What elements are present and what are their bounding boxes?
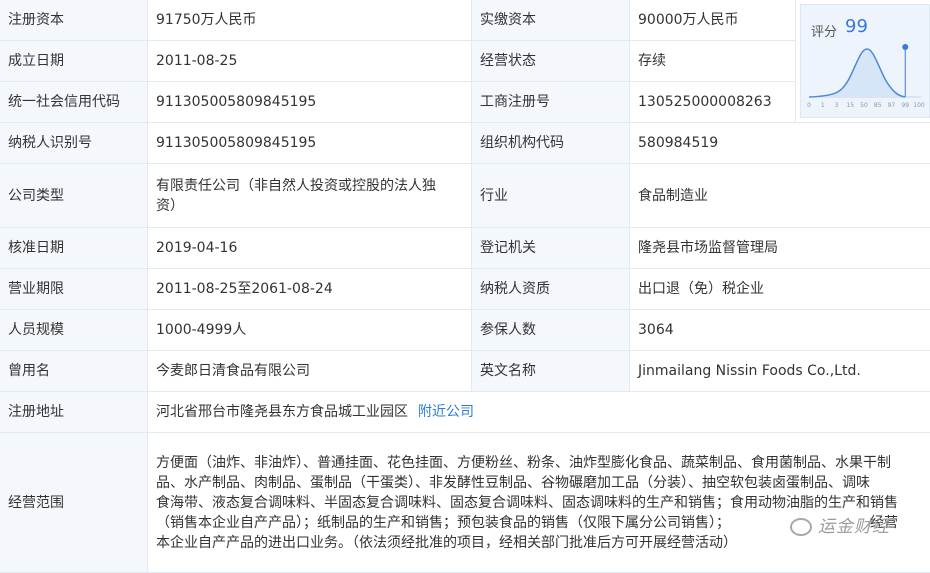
status-value: 存续	[630, 41, 796, 82]
score-tick-label: 0	[807, 102, 811, 109]
reg-address-value: 河北省邢台市隆尧县东方食品城工业园区	[156, 404, 408, 420]
row-names: 曾用名 今麦郎日清食品有限公司 英文名称 Jinmailang Nissin F…	[0, 351, 930, 392]
score-tick-label: 99	[901, 102, 909, 109]
score-tick-label: 97	[888, 102, 896, 109]
score-widget[interactable]: 评分 99 0131550859799100	[800, 4, 930, 118]
english-name-label: 英文名称	[472, 351, 630, 392]
status-label: 经营状态	[472, 41, 630, 82]
approval-date-value: 2019-04-16	[148, 228, 472, 269]
reg-address-cell: 河北省邢台市隆尧县东方食品城工业园区附近公司	[148, 392, 930, 433]
row-type: 公司类型 有限责任公司（非自然人投资或控股的法人独 资） 行业 食品制造业	[0, 164, 930, 228]
biz-scope-line: 品、水产制品、肉制品、蛋制品（干蛋类）、非发酵性豆制品、谷物碾磨加工品（分装）、…	[156, 473, 930, 493]
reg-address-label: 注册地址	[0, 392, 148, 433]
score-tick-label: 100	[913, 102, 925, 109]
taxpayer-quali-value: 出口退（免）税企业	[630, 269, 930, 310]
biz-term-value: 2011-08-25至2061-08-24	[148, 269, 472, 310]
score-tick-label: 1	[821, 102, 825, 109]
taxpayer-id-label: 纳税人识别号	[0, 123, 148, 164]
reg-capital-label: 注册资本	[0, 0, 148, 41]
industry-value: 食品制造业	[630, 164, 930, 228]
nearby-companies-link[interactable]: 附近公司	[418, 404, 474, 420]
score-tick-label: 50	[860, 102, 868, 109]
row-approval: 核准日期 2019-04-16 登记机关 隆尧县市场监督管理局	[0, 228, 930, 269]
wechat-logo-icon	[790, 518, 812, 536]
staff-size-label: 人员规模	[0, 310, 148, 351]
score-marker-dot	[902, 44, 908, 50]
english-name-value: Jinmailang Nissin Foods Co.,Ltd.	[630, 351, 930, 392]
biz-scope-line: 方便面（油炸、非油炸）、普通挂面、花色挂面、方便粉丝、粉条、油炸型膨化食品、蔬菜…	[156, 453, 930, 473]
row-tax: 纳税人识别号 911305005809845195 组织机构代码 5809845…	[0, 123, 930, 164]
row-codes: 统一社会信用代码 911305005809845195 工商注册号 130525…	[0, 82, 930, 123]
founded-value: 2011-08-25	[148, 41, 472, 82]
staff-size-value: 1000-4999人	[148, 310, 472, 351]
company-info-panel: 注册资本 91750万人民币 实缴资本 90000万人民币 评分 99 0131…	[0, 0, 930, 564]
insured-value: 3064	[630, 310, 930, 351]
company-info-table: 注册资本 91750万人民币 实缴资本 90000万人民币 评分 99 0131…	[0, 0, 930, 573]
watermark-text: 运金财经	[818, 517, 890, 537]
reg-capital-value: 91750万人民币	[148, 0, 472, 41]
founded-label: 成立日期	[0, 41, 148, 82]
row-staff: 人员规模 1000-4999人 参保人数 3064	[0, 310, 930, 351]
score-value: 99	[845, 17, 868, 37]
row-term: 营业期限 2011-08-25至2061-08-24 纳税人资质 出口退（免）税…	[0, 269, 930, 310]
taxpayer-id-value: 911305005809845195	[148, 123, 472, 164]
company-type-label: 公司类型	[0, 164, 148, 228]
row-scope: 经营范围 方便面（油炸、非油炸）、普通挂面、花色挂面、方便粉丝、粉条、油炸型膨化…	[0, 433, 930, 573]
biz-reg-no-label: 工商注册号	[472, 82, 630, 123]
distribution-area	[809, 49, 905, 97]
org-code-label: 组织机构代码	[472, 123, 630, 164]
watermark: 运金财经	[790, 512, 890, 537]
biz-scope-label: 经营范围	[0, 433, 148, 573]
row-address: 注册地址 河北省邢台市隆尧县东方食品城工业园区附近公司	[0, 392, 930, 433]
reg-authority-label: 登记机关	[472, 228, 630, 269]
biz-scope-value: 方便面（油炸、非油炸）、普通挂面、花色挂面、方便粉丝、粉条、油炸型膨化食品、蔬菜…	[148, 433, 930, 573]
score-distribution-chart: 0 1 3 15 50 85 97 99 100	[805, 39, 925, 111]
score-tick-label: 85	[874, 102, 882, 109]
credit-code-label: 统一社会信用代码	[0, 82, 148, 123]
company-type-line2: 资）	[156, 196, 463, 216]
credit-code-value: 911305005809845195	[148, 82, 472, 123]
score-tick-labels: 0 1 3 15 50 85 97 99 100	[807, 102, 925, 109]
org-code-value: 580984519	[630, 123, 930, 164]
former-name-label: 曾用名	[0, 351, 148, 392]
company-type-line1: 有限责任公司（非自然人投资或控股的法人独	[156, 176, 463, 196]
taxpayer-quali-label: 纳税人资质	[472, 269, 630, 310]
score-tick-label: 3	[835, 102, 839, 109]
approval-date-label: 核准日期	[0, 228, 148, 269]
industry-label: 行业	[472, 164, 630, 228]
company-type-value: 有限责任公司（非自然人投资或控股的法人独 资）	[148, 164, 472, 228]
row-capital: 注册资本 91750万人民币 实缴资本 90000万人民币 评分 99 0131…	[0, 0, 930, 41]
paid-capital-label: 实缴资本	[472, 0, 630, 41]
reg-authority-value: 隆尧县市场监督管理局	[630, 228, 930, 269]
paid-capital-value: 90000万人民币	[630, 0, 796, 41]
score-cell: 评分 99 0131550859799100	[796, 0, 930, 123]
score-tick-label: 15	[846, 102, 854, 109]
biz-scope-line: 食海带、液态复合调味料、半固态复合调味料、固态复合调味料、固态调味料的生产和销售…	[156, 493, 930, 513]
insured-label: 参保人数	[472, 310, 630, 351]
biz-reg-no-value: 130525000008263	[630, 82, 796, 123]
biz-term-label: 营业期限	[0, 269, 148, 310]
former-name-value: 今麦郎日清食品有限公司	[148, 351, 472, 392]
row-founded: 成立日期 2011-08-25 经营状态 存续	[0, 41, 930, 82]
